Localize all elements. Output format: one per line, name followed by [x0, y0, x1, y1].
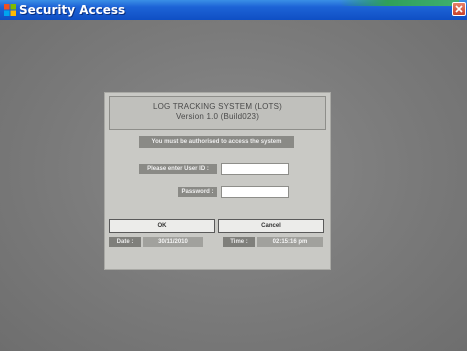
- windows-logo-icon: [3, 3, 17, 17]
- window-title: Security Access: [19, 3, 126, 17]
- app-title: LOG TRACKING SYSTEM (LOTS): [152, 102, 283, 111]
- close-button[interactable]: [452, 2, 466, 16]
- ok-button[interactable]: OK: [109, 219, 215, 233]
- date-label: Date :: [109, 237, 141, 247]
- userid-label: Please enter User ID :: [139, 164, 217, 174]
- date-value: 30/11/2010: [143, 237, 203, 247]
- password-label: Password :: [178, 187, 217, 197]
- app-version: Version 1.0 (Build023): [175, 112, 260, 121]
- time-label: Time :: [223, 237, 255, 247]
- auth-message: You must be authorised to access the sys…: [139, 136, 294, 148]
- app-header: LOG TRACKING SYSTEM (LOTS) Version 1.0 (…: [109, 96, 326, 130]
- window-client-area: LOG TRACKING SYSTEM (LOTS) Version 1.0 (…: [0, 20, 467, 351]
- title-bar-decoration: [339, 0, 459, 6]
- title-bar[interactable]: Security Access: [0, 0, 467, 20]
- cancel-button[interactable]: Cancel: [218, 219, 324, 233]
- time-value: 02:15:16 pm: [257, 237, 323, 247]
- login-panel: LOG TRACKING SYSTEM (LOTS) Version 1.0 (…: [104, 92, 331, 270]
- password-input[interactable]: [221, 186, 289, 198]
- close-icon: [455, 5, 463, 13]
- userid-input[interactable]: [221, 163, 289, 175]
